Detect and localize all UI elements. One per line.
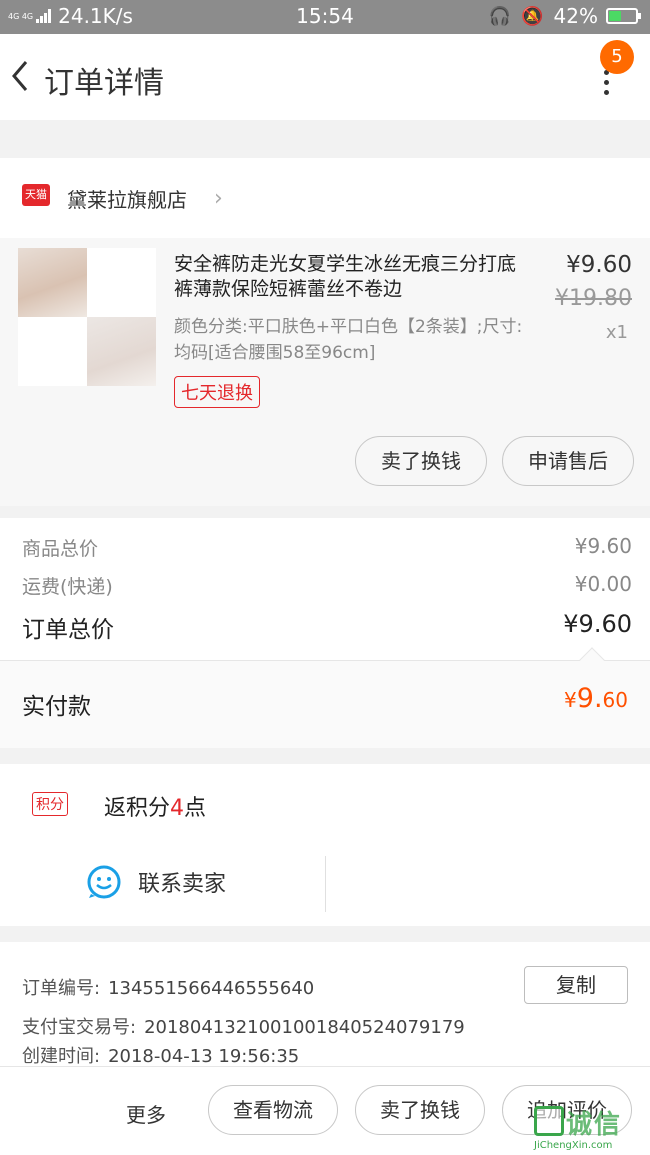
battery-fill	[609, 11, 621, 21]
nav-bar: 订单详情 5	[0, 34, 650, 120]
order-number-label: 订单编号:	[22, 978, 101, 999]
battery-icon	[606, 8, 641, 24]
goods-total-value: ¥9.60	[574, 534, 632, 558]
points-tag: 积分	[32, 792, 68, 816]
product-price: ¥9.60	[566, 252, 632, 278]
shop-name[interactable]: 黛莱拉旗舰店	[67, 184, 187, 213]
paid-value: ¥9.60	[564, 683, 628, 714]
order-number-row: 订单编号: 134551566446555640	[22, 974, 314, 1000]
more-vertical-icon[interactable]	[594, 70, 618, 100]
sell-button[interactable]: 卖了换钱	[355, 436, 487, 486]
product-original-price: ¥19.80	[555, 286, 632, 311]
product-title: 安全裤防走光女夏学生冰丝无痕三分打底裤薄款保险短裤蕾丝不卷边	[174, 253, 517, 300]
created-time-label: 创建时间:	[22, 1046, 101, 1067]
shop-header[interactable]: 天猫 黛莱拉旗舰店 ›	[0, 158, 650, 238]
copy-button[interactable]: 复制	[524, 966, 628, 1004]
contact-seller-label: 联系卖家	[138, 872, 227, 897]
view-logistics-button[interactable]: 查看物流	[208, 1085, 338, 1135]
product-sku: 颜色分类:平口肤色+平口白色【2条装】;尺寸:均码[适合腰围58至96cm]	[174, 317, 523, 363]
chevron-left-icon[interactable]	[6, 54, 36, 98]
alipay-label: 支付宝交易号:	[22, 1017, 137, 1038]
alipay-row: 支付宝交易号: 2018041321001001840524079179	[22, 1013, 465, 1039]
watermark-cn: 诚信	[566, 1110, 623, 1140]
alipay-value: 2018041321001001840524079179	[144, 1017, 465, 1038]
contact-seller-button[interactable]: 联系卖家	[86, 864, 226, 900]
divider	[325, 856, 326, 912]
order-info: 订单编号: 134551566446555640 复制 支付宝交易号: 201804…	[0, 942, 650, 1068]
paid-decimal: 60	[602, 688, 628, 712]
created-time-row: 创建时间: 2018-04-13 19:56:35	[22, 1042, 299, 1068]
more-button[interactable]: 更多	[126, 1099, 166, 1128]
watermark-en: JiChengXin.com	[534, 1140, 613, 1151]
order-number-value: 134551566446555640	[108, 978, 315, 999]
chevron-right-icon: ›	[214, 186, 223, 211]
paid-integer: 9.	[576, 683, 603, 714]
price-summary: 商品总价 ¥9.60 运费(快递) ¥0.00 订单总价 ¥9.60	[0, 518, 650, 660]
paid-label: 实付款	[22, 694, 91, 720]
paid-amount-row: 实付款 ¥9.60	[0, 647, 650, 748]
sell-button-bottom[interactable]: 卖了换钱	[355, 1085, 485, 1135]
return-policy-tag: 七天退换	[174, 376, 260, 408]
status-right: 🎧 🔕 42%	[488, 4, 641, 28]
product-image[interactable]	[18, 248, 156, 386]
tmall-logo: 天猫	[22, 184, 50, 206]
goods-total-label: 商品总价	[22, 538, 99, 560]
battery-percent: 42%	[553, 4, 598, 28]
message-count-badge: 5	[600, 40, 634, 74]
page-title: 订单详情	[44, 66, 164, 101]
product-quantity: x1	[605, 322, 628, 343]
product-item[interactable]: 安全裤防走光女夏学生冰丝无痕三分打底裤薄款保险短裤蕾丝不卷边 颜色分类:平口肤色…	[0, 238, 650, 506]
shipping-label: 运费(快递)	[22, 576, 113, 598]
chat-smile-icon	[87, 865, 121, 899]
after-sale-button[interactable]: 申请售后	[502, 436, 634, 486]
points-text: 返积分4点	[104, 796, 207, 821]
paid-currency: ¥	[564, 688, 577, 712]
order-total-label: 订单总价	[22, 617, 114, 643]
created-time-value: 2018-04-13 19:56:35	[108, 1046, 300, 1067]
watermark: 诚信 JiChengXin.com	[528, 1104, 650, 1155]
points-section: 积分 返积分4点 联系卖家	[0, 764, 650, 926]
bell-off-icon: 🔕	[521, 5, 544, 27]
goods-total-row: 商品总价 ¥9.60	[22, 534, 632, 561]
order-total-value: ¥9.60	[563, 610, 632, 638]
headphones-icon: 🎧	[488, 5, 512, 27]
status-bar: 4G 4G 24.1K/s 15:54 🎧 🔕 42%	[0, 0, 650, 34]
watermark-logo-icon	[534, 1106, 564, 1136]
order-total-row: 订单总价 ¥9.60	[22, 610, 632, 644]
shipping-row: 运费(快递) ¥0.00	[22, 572, 632, 599]
shipping-value: ¥0.00	[574, 572, 632, 596]
